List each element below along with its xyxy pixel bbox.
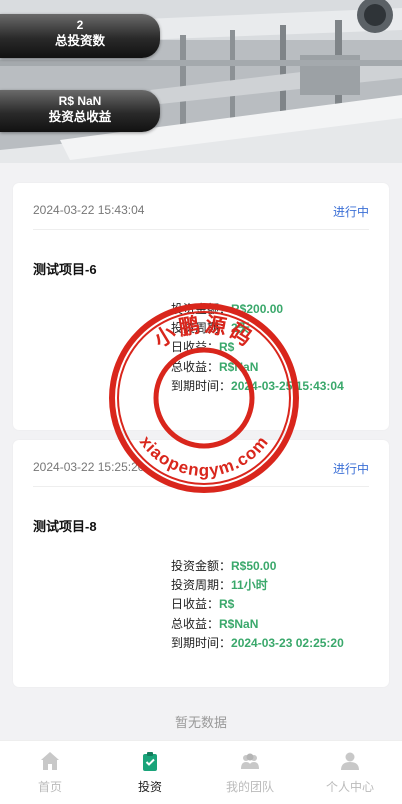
card-divider [33,486,369,487]
card-date: 2024-03-22 15:25:20 [33,460,145,474]
detail-value: R$50.00 [231,559,277,573]
total-profit-value: R$ NaN [58,94,102,108]
detail-value: R$NaN [219,359,259,374]
detail-label: 总收益： [171,359,220,374]
detail-row-expiry: 到期时间：2024-03-25 15:43:04 [171,377,344,396]
detail-row-period: 投资周期：2天 [171,319,344,338]
tab-profile[interactable]: 个人中心 [300,741,400,804]
detail-value: 2024-03-23 02:25:20 [231,635,344,650]
card-title: 测试项目-6 [33,262,97,277]
tab-home-label: 首页 [37,780,62,794]
detail-label: 投资周期： [171,321,232,336]
detail-value: R$NaN [219,616,259,631]
bottom-tab-bar: 首页 投资 我的团队 个人中心 [0,740,402,804]
total-profit-stat: R$ NaN 投资总收益 [0,90,160,132]
total-investments-stat: 2 总投资数 [0,14,160,58]
tab-team-label: 我的团队 [225,780,274,794]
detail-row-amount: 投资金额：R$50.00 [171,557,344,576]
detail-label: 日收益： [171,340,220,355]
total-profit-label: 投资总收益 [48,110,112,124]
user-icon [341,752,359,770]
detail-value: 11小时 [231,578,268,593]
detail-value: R$ [219,340,235,355]
card-divider [33,229,369,230]
detail-label: 到期时间： [171,635,232,650]
tab-invest[interactable]: 投资 [100,741,200,804]
card-status: 进行中 [332,205,369,219]
detail-label: 投资金额： [171,302,232,316]
tab-invest-label: 投资 [137,780,162,794]
tab-profile-label: 个人中心 [325,780,374,794]
home-icon [41,752,59,770]
detail-label: 总收益： [171,616,220,631]
detail-row-amount: 投资金额：R$200.00 [171,300,344,319]
empty-state-text: 暂无数据 [174,715,227,730]
detail-row-period: 投资周期：11小时 [171,576,344,595]
investment-card[interactable]: 2024-03-22 15:25:20 进行中 测试项目-8 投资金额：R$50… [13,440,389,687]
card-details: 投资金额：R$200.00 投资周期：2天 日收益：R$ 总收益：R$NaN 到… [171,300,344,396]
detail-label: 投资周期： [171,578,232,593]
card-status: 进行中 [332,462,369,476]
detail-row-daily-income: 日收益：R$ [171,338,344,357]
investment-card[interactable]: 2024-03-22 15:43:04 进行中 测试项目-6 投资金额：R$20… [13,183,389,430]
detail-row-total-income: 总收益：R$NaN [171,615,344,634]
detail-value: 2天 [231,321,250,336]
detail-value: R$200.00 [231,302,284,316]
detail-row-expiry: 到期时间：2024-03-23 02:25:20 [171,634,344,653]
detail-label: 投资金额： [171,559,232,573]
detail-value: 2024-03-25 15:43:04 [231,378,344,393]
card-date: 2024-03-22 15:43:04 [33,203,145,217]
card-details: 投资金额：R$50.00 投资周期：11小时 日收益：R$ 总收益：R$NaN … [171,557,344,653]
detail-value: R$ [219,597,235,612]
detail-label: 日收益： [171,597,220,612]
detail-row-daily-income: 日收益：R$ [171,595,344,614]
investment-list: 2024-03-22 15:43:04 进行中 测试项目-6 投资金额：R$20… [0,163,402,740]
hero-banner: 2 总投资数 R$ NaN 投资总收益 [0,0,402,163]
detail-label: 到期时间： [171,378,232,393]
tab-home[interactable]: 首页 [0,741,100,804]
tab-team[interactable]: 我的团队 [200,741,300,804]
total-investments-value: 2 [76,18,84,32]
total-investments-label: 总投资数 [54,34,105,48]
card-title: 测试项目-8 [33,519,97,534]
detail-row-total-income: 总收益：R$NaN [171,358,344,377]
clipboard-check-icon [143,752,157,771]
team-icon [241,753,259,769]
